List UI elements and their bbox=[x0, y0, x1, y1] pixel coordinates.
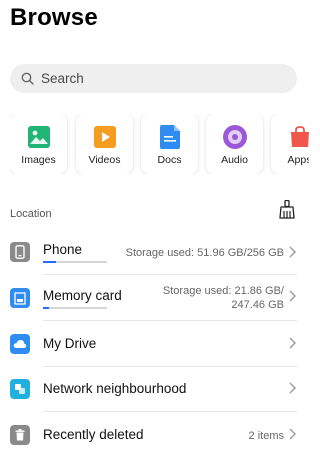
category-apps[interactable]: Apps bbox=[271, 114, 309, 174]
location-item-title: Phone bbox=[43, 242, 83, 257]
category-audio[interactable]: Audio bbox=[206, 114, 263, 174]
location-item-title: Network neighbourhood bbox=[43, 381, 187, 396]
trash-icon bbox=[10, 425, 30, 445]
videos-icon bbox=[93, 125, 117, 149]
location-item-title: Recently deleted bbox=[43, 427, 144, 442]
search-icon bbox=[20, 72, 34, 86]
chevron-right-icon bbox=[289, 382, 296, 394]
section-label-location: Location bbox=[10, 208, 52, 220]
location-item-title: Memory card bbox=[43, 288, 122, 303]
category-videos[interactable]: Videos bbox=[76, 114, 133, 174]
storage-detail: Storage used: 51.96 GB/256 GB bbox=[125, 247, 284, 259]
page-title: Browse bbox=[10, 4, 98, 31]
phone-icon bbox=[10, 242, 30, 262]
cloud-drive-icon bbox=[10, 334, 30, 354]
item-count: 2 items bbox=[248, 430, 284, 442]
category-label: Apps bbox=[287, 154, 309, 166]
category-label: Videos bbox=[88, 154, 121, 166]
search-placeholder: Search bbox=[41, 71, 84, 86]
storage-usage-bar bbox=[43, 307, 107, 309]
storage-detail-line2: 247.46 GB bbox=[231, 299, 284, 311]
audio-icon bbox=[222, 125, 247, 149]
category-docs[interactable]: Docs bbox=[141, 114, 198, 174]
location-item-title: My Drive bbox=[43, 336, 97, 351]
search-input[interactable]: Search bbox=[10, 64, 297, 93]
storage-usage-fill bbox=[43, 261, 56, 263]
location-item-my-drive[interactable]: My Drive bbox=[0, 321, 309, 367]
apps-icon bbox=[288, 125, 310, 149]
chevron-right-icon bbox=[289, 337, 296, 349]
chevron-right-icon bbox=[289, 246, 296, 258]
category-images[interactable]: Images bbox=[10, 114, 67, 174]
chevron-right-icon bbox=[289, 428, 296, 440]
storage-usage-fill bbox=[43, 307, 49, 309]
storage-detail-line1: Storage used: 21.86 GB/ bbox=[162, 285, 284, 297]
network-icon bbox=[10, 379, 30, 399]
location-item-memory-card[interactable]: Memory card Storage used: 21.86 GB/247.4… bbox=[0, 275, 309, 321]
chevron-right-icon bbox=[289, 290, 296, 302]
location-item-phone[interactable]: Phone Storage used: 51.96 GB/256 GB bbox=[0, 229, 309, 275]
broom-icon[interactable] bbox=[278, 199, 296, 219]
category-label: Docs bbox=[157, 154, 182, 166]
location-item-recently-deleted[interactable]: Recently deleted 2 items bbox=[0, 412, 309, 451]
images-icon bbox=[27, 125, 51, 149]
storage-detail: Storage used: 21.86 GB/247.46 GB bbox=[163, 284, 284, 312]
storage-usage-bar bbox=[43, 261, 107, 263]
location-item-network-neighbourhood[interactable]: Network neighbourhood bbox=[0, 366, 309, 412]
sd-card-icon bbox=[10, 288, 30, 308]
docs-icon bbox=[158, 125, 182, 149]
category-label: Images bbox=[21, 154, 56, 166]
category-label: Audio bbox=[221, 154, 248, 166]
category-strip: Images Videos Docs Audio Apps bbox=[10, 114, 309, 174]
